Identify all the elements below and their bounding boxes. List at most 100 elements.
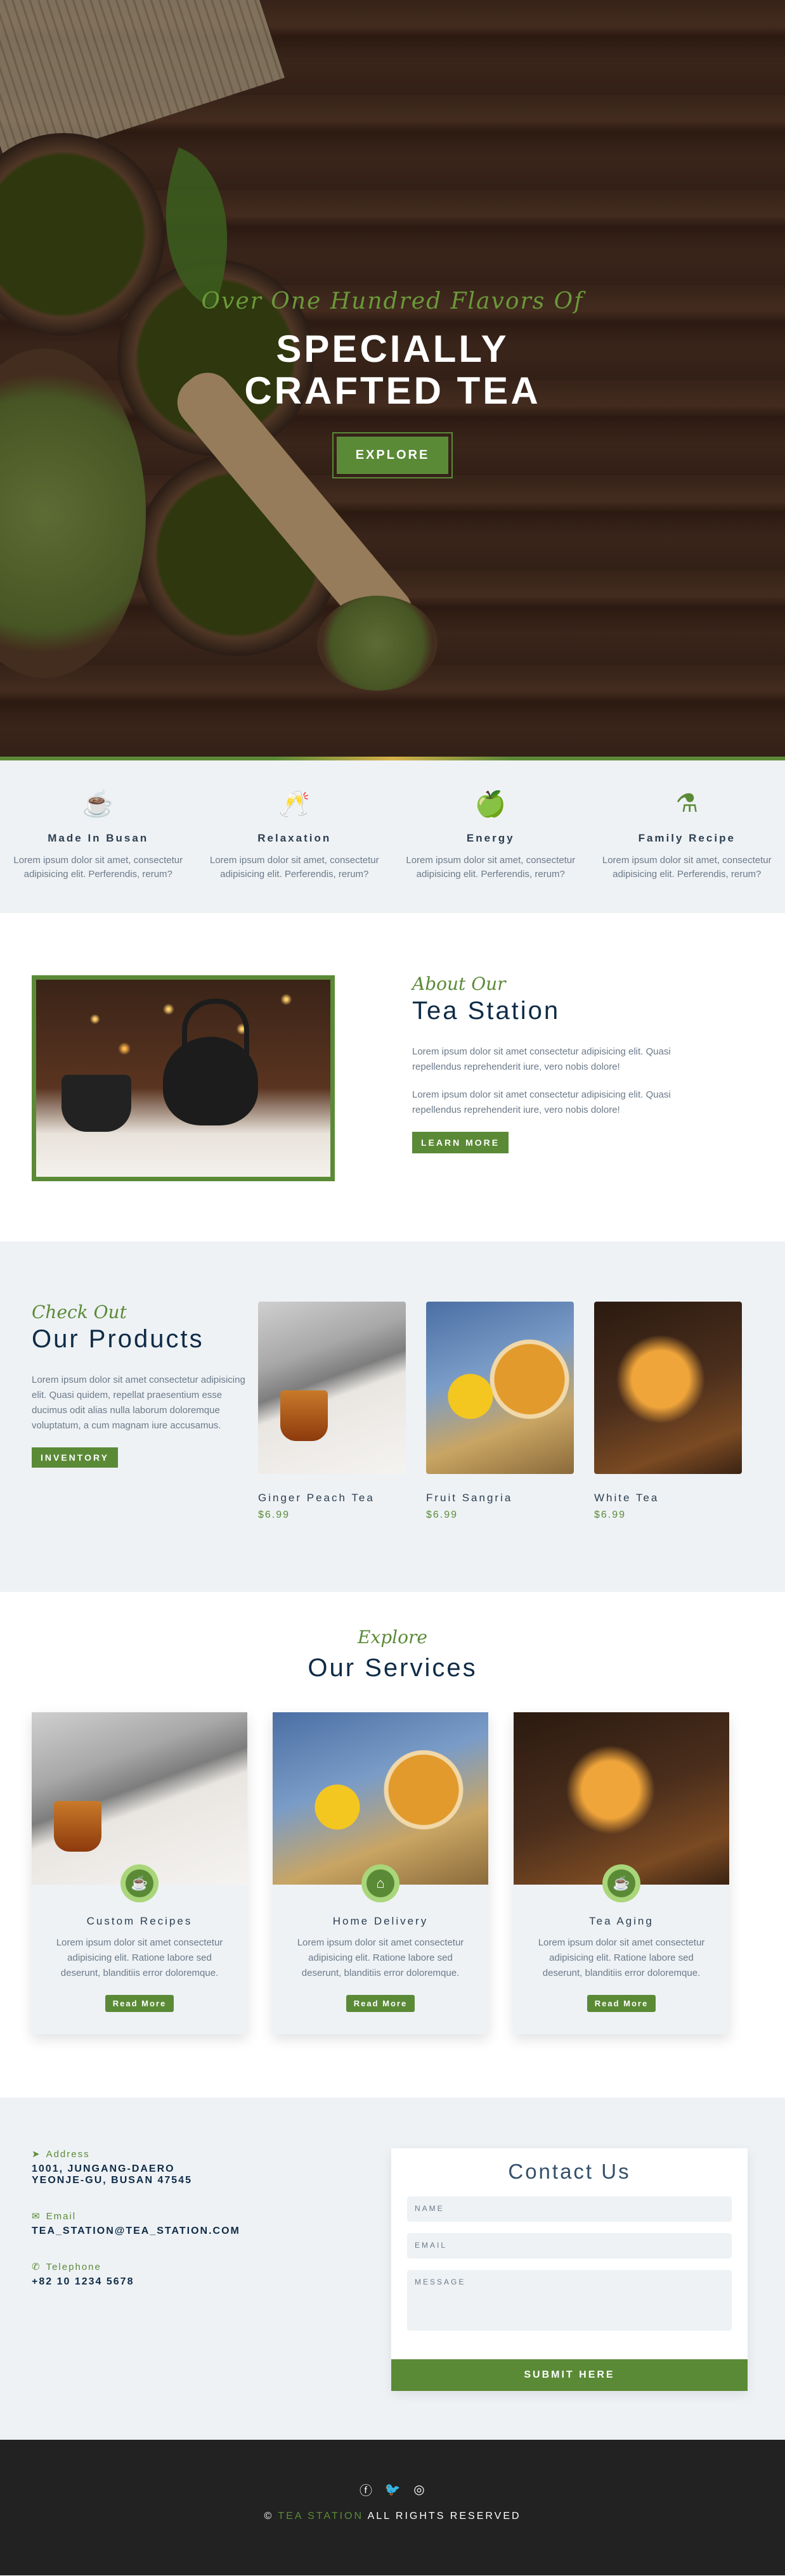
- footer: ⓕ 🐦 ◎ © TEA STATION ALL RIGHTS RESERVED: [0, 2440, 785, 2575]
- address-label: ➤ Address: [32, 2149, 90, 2160]
- feature-relaxation: 🥂 Relaxation Lorem ipsum dolor sit amet,…: [197, 789, 393, 913]
- inventory-button[interactable]: INVENTORY: [32, 1447, 118, 1468]
- products-title: Our Products: [32, 1325, 204, 1353]
- product-name: White Tea: [594, 1492, 659, 1504]
- submit-button[interactable]: SUBMIT HERE: [391, 2359, 748, 2391]
- social-links: ⓕ 🐦 ◎: [0, 2481, 785, 2498]
- read-more-button[interactable]: Read More: [105, 1995, 174, 2012]
- email-group: ✉ Email tea_station@tea_station.com: [32, 2210, 240, 2237]
- about-kettle-image: [32, 975, 335, 1181]
- service-title: Custom Recipes: [86, 1915, 193, 1927]
- product-name: Fruit Sangria: [426, 1492, 513, 1504]
- about-section: About Our Tea Station Lorem ipsum dolor …: [0, 913, 785, 1241]
- service-card: ⌂ Home Delivery Lorem ipsum dolor sit am…: [273, 1712, 488, 2034]
- product-card[interactable]: Fruit Sangria $6.99: [426, 1302, 574, 1521]
- cheers-icon: 🥂: [278, 790, 311, 818]
- contact-info: ➤ Address 1001, Jungang-daero Yeonje-gu, …: [32, 2148, 240, 2312]
- feature-title: Made In Busan: [48, 832, 149, 844]
- about-paragraph: Lorem ipsum dolor sit amet consectetur a…: [412, 1089, 671, 1115]
- products-intro: Check Out Our Products Lorem ipsum dolor…: [32, 1302, 247, 1468]
- about-title: Tea Station: [412, 997, 561, 1025]
- product-image[interactable]: [258, 1302, 406, 1474]
- service-badge: ☕: [120, 1864, 159, 1902]
- hero-title: SPECIALLY CRAFTED TEA: [0, 328, 785, 412]
- address-group: ➤ Address 1001, Jungang-daero Yeonje-gu, …: [32, 2148, 240, 2186]
- product-price: $6.99: [426, 1509, 458, 1520]
- home-icon: ⌂: [367, 1869, 394, 1897]
- teacup-shape: [62, 1075, 131, 1132]
- feature-text: Lorem ipsum dolor sit amet, consectetur …: [13, 855, 183, 880]
- service-text: Lorem ipsum dolor sit amet consectetur a…: [538, 1937, 705, 1978]
- copyright: © TEA STATION ALL RIGHTS RESERVED: [0, 2511, 785, 2522]
- service-image: [273, 1712, 488, 1885]
- features-section: ☕ Made In Busan Lorem ipsum dolor sit am…: [0, 760, 785, 913]
- phone-group: ✆ Telephone +82 10 1234 5678: [32, 2261, 240, 2288]
- feature-title: Relaxation: [257, 832, 332, 844]
- name-field[interactable]: NAME: [407, 2196, 732, 2222]
- rights-text: ALL RIGHTS RESERVED: [367, 2511, 521, 2522]
- email-field[interactable]: EMAIL: [407, 2233, 732, 2259]
- about-paragraph: Lorem ipsum dolor sit amet consectetur a…: [412, 1046, 671, 1072]
- twitter-icon[interactable]: 🐦: [384, 2481, 401, 2497]
- products-script-heading: Check Out: [32, 1302, 127, 1323]
- address-line1: 1001, Jungang-daero: [32, 2163, 175, 2174]
- envelope-icon: ✉: [32, 2211, 41, 2222]
- phone-value[interactable]: +82 10 1234 5678: [32, 2276, 240, 2288]
- product-image[interactable]: [594, 1302, 742, 1474]
- instagram-icon[interactable]: ◎: [411, 2481, 427, 2497]
- product-name: Ginger Peach Tea: [258, 1492, 375, 1504]
- learn-more-button[interactable]: LEARN MORE: [412, 1132, 509, 1153]
- mug-icon: ☕: [126, 1869, 153, 1897]
- feature-text: Lorem ipsum dolor sit amet, consectetur …: [406, 855, 576, 880]
- feature-title: Family Recipe: [638, 832, 736, 844]
- read-more-button[interactable]: Read More: [346, 1995, 415, 2012]
- matcha-scoop-decoration: [317, 596, 438, 691]
- contact-form: Contact Us NAME EMAIL MESSAGE SUBMIT HER…: [391, 2148, 748, 2391]
- service-title: Tea Aging: [589, 1915, 654, 1927]
- email-value[interactable]: tea_station@tea_station.com: [32, 2226, 240, 2237]
- products-text: Lorem ipsum dolor sit amet consectetur a…: [32, 1375, 245, 1431]
- tea-leaf-decoration: [131, 147, 263, 309]
- product-card[interactable]: White Tea $6.99: [594, 1302, 742, 1521]
- service-card: ☕ Tea Aging Lorem ipsum dolor sit amet c…: [514, 1712, 729, 2034]
- message-field[interactable]: MESSAGE: [407, 2270, 732, 2331]
- service-image: [32, 1712, 247, 1885]
- about-script-heading: About Our: [412, 973, 506, 994]
- service-text: Lorem ipsum dolor sit amet consectetur a…: [297, 1937, 464, 1978]
- contact-section: ➤ Address 1001, Jungang-daero Yeonje-gu, …: [0, 2098, 785, 2440]
- product-image[interactable]: [426, 1302, 574, 1474]
- copyright-symbol: ©: [264, 2511, 274, 2522]
- apple-icon: 🍏: [474, 790, 507, 818]
- service-badge: ⌂: [361, 1864, 399, 1902]
- service-card: ☕ Custom Recipes Lorem ipsum dolor sit a…: [32, 1712, 247, 2034]
- explore-button-label: EXPLORE: [336, 437, 449, 474]
- contact-form-title: Contact Us: [508, 2160, 631, 2183]
- address-line2: Yeonje-gu, Busan 47545: [32, 2175, 192, 2186]
- services-section: Explore Our Services ☕ Custom Recipes Lo…: [0, 1592, 785, 2098]
- hero-title-line1: SPECIALLY: [276, 328, 509, 370]
- product-card[interactable]: Ginger Peach Tea $6.99: [258, 1302, 406, 1521]
- product-price: $6.99: [258, 1509, 290, 1520]
- feature-energy: 🍏 Energy Lorem ipsum dolor sit amet, con…: [392, 789, 589, 913]
- facebook-icon[interactable]: ⓕ: [358, 2481, 374, 2498]
- services-script-heading: Explore: [358, 1627, 427, 1648]
- feature-made-in-busan: ☕ Made In Busan Lorem ipsum dolor sit am…: [0, 789, 197, 913]
- services-title: Our Services: [308, 1654, 477, 1682]
- email-label: ✉ Email: [32, 2211, 77, 2222]
- hero-content: Over One Hundred Flavors Of SPECIALLY CR…: [0, 288, 785, 478]
- phone-label: ✆ Telephone: [32, 2262, 101, 2272]
- service-title: Home Delivery: [332, 1915, 429, 1927]
- feature-title: Energy: [466, 832, 515, 844]
- location-arrow-icon: ➤: [32, 2149, 41, 2160]
- feature-text: Lorem ipsum dolor sit amet, consectetur …: [209, 855, 379, 880]
- feature-text: Lorem ipsum dolor sit amet, consectetur …: [602, 855, 772, 880]
- footer-brand[interactable]: TEA STATION: [278, 2511, 363, 2522]
- service-text: Lorem ipsum dolor sit amet consectetur a…: [56, 1937, 223, 1978]
- feature-family-recipe: ⚗ Family Recipe Lorem ipsum dolor sit am…: [589, 789, 785, 913]
- hero-title-line2: CRAFTED TEA: [244, 369, 541, 412]
- tea-bowl-decoration: [136, 453, 339, 656]
- read-more-button[interactable]: Read More: [587, 1995, 656, 2012]
- explore-button[interactable]: EXPLORE: [332, 432, 453, 478]
- mortar-pestle-icon: ⚗: [675, 790, 699, 817]
- hero-subtitle: Over One Hundred Flavors Of: [201, 288, 584, 314]
